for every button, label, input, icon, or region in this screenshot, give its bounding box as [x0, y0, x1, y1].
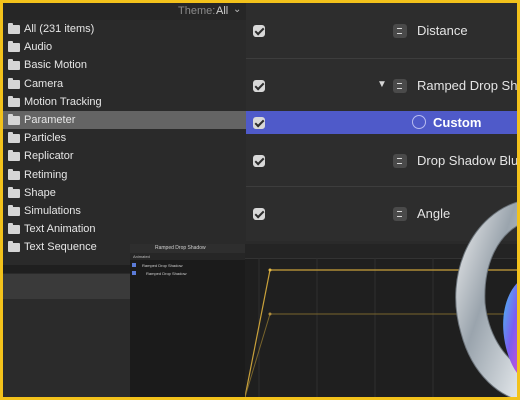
mini-layer-row[interactable]: Ramped Drop Shadow — [130, 261, 245, 269]
category-label: Motion Tracking — [24, 95, 102, 108]
checkbox[interactable] — [132, 271, 136, 275]
param-label: Ramped Drop Shadow — [417, 78, 517, 93]
parameter-icon — [393, 24, 407, 38]
category-label: All (231 items) — [24, 23, 95, 35]
custom-behavior-icon — [412, 115, 426, 129]
category-item-camera[interactable]: Camera — [3, 75, 246, 93]
param-row-drop-shadow-blur[interactable]: Drop Shadow Blur — [246, 134, 517, 187]
category-item-basic-motion[interactable]: Basic Motion — [3, 56, 246, 74]
param-label: Distance — [417, 23, 468, 38]
category-label: Retiming — [24, 168, 68, 181]
category-item-particles[interactable]: Particles — [3, 129, 246, 147]
folder-icon — [8, 204, 20, 216]
folder-icon — [8, 168, 20, 180]
category-item-replicator[interactable]: Replicator — [3, 147, 246, 165]
keyframe-point — [268, 268, 272, 272]
mini-layers-panel: Ramped Drop Shadow Animated Ramped Drop … — [130, 244, 245, 397]
category-item-all[interactable]: All (231 items) — [3, 20, 246, 38]
checkbox[interactable] — [253, 208, 265, 220]
mini-panel-title: Ramped Drop Shadow — [155, 245, 206, 251]
parameter-icon — [393, 79, 407, 93]
mini-layer-label: Ramped Drop Shadow — [146, 271, 187, 276]
category-label: Particles — [24, 132, 67, 145]
theme-label: Theme: — [178, 5, 216, 17]
category-label: Simulations — [24, 204, 81, 217]
category-item-motion-tracking[interactable]: Motion Tracking — [3, 93, 246, 111]
checkbox[interactable] — [253, 25, 265, 37]
param-row-custom[interactable]: Custom — [246, 111, 517, 134]
folder-icon — [8, 150, 20, 162]
param-label: Drop Shadow Blur — [417, 153, 517, 168]
category-label: Basic Motion — [24, 59, 87, 72]
category-item-retiming[interactable]: Retiming — [3, 166, 246, 184]
category-label: Audio — [24, 41, 53, 54]
category-label: Shape — [24, 186, 56, 199]
parameter-icon — [393, 154, 407, 168]
param-label: Custom — [433, 115, 482, 130]
folder-icon — [8, 59, 20, 71]
checkbox[interactable] — [253, 80, 265, 92]
mini-layer-label: Ramped Drop Shadow — [142, 263, 183, 268]
disclosure-triangle-icon[interactable]: ▼ — [377, 79, 387, 90]
folder-icon — [8, 241, 20, 253]
folder-icon — [8, 113, 20, 125]
checkbox[interactable] — [132, 263, 136, 267]
chevron-down-icon[interactable]: ⌄ — [233, 4, 241, 15]
category-list: All (231 items) Audio Basic Motion Camer… — [3, 20, 246, 256]
horizontal-scrollbar[interactable] — [3, 265, 130, 273]
folder-icon — [8, 77, 20, 89]
folder-icon — [8, 41, 20, 53]
category-label: Text Animation — [24, 223, 96, 236]
category-label: Replicator — [24, 150, 74, 163]
category-item-text-animation[interactable]: Text Animation — [3, 220, 246, 238]
mini-panel-subheader: Animated — [130, 253, 245, 260]
motion-app-logo — [455, 201, 517, 397]
mini-panel-subtitle: Animated — [133, 254, 150, 259]
keyframe-point — [268, 312, 272, 316]
category-label: Camera — [24, 77, 64, 90]
checkbox[interactable] — [253, 117, 265, 129]
param-row-distance[interactable]: Distance — [246, 3, 517, 59]
param-row-ramped-drop-shadow[interactable]: ▼ Ramped Drop Shadow — [246, 59, 517, 115]
category-item-simulations[interactable]: Simulations — [3, 202, 246, 220]
category-item-shape[interactable]: Shape — [3, 184, 246, 202]
preview-strip — [3, 274, 130, 299]
mini-panel-header: Ramped Drop Shadow — [130, 244, 245, 253]
folder-icon — [8, 23, 20, 34]
app-window: Theme: All ⌄ All (231 items) Audio Basic… — [3, 3, 517, 397]
category-label: Text Sequence — [24, 241, 97, 254]
folder-icon — [8, 95, 20, 107]
checkbox[interactable] — [253, 155, 265, 167]
category-item-audio[interactable]: Audio — [3, 38, 246, 56]
folder-icon — [8, 223, 20, 235]
folder-icon — [8, 132, 20, 144]
theme-bar: Theme: All ⌄ — [3, 3, 246, 20]
category-label: Parameter — [24, 113, 76, 126]
mini-layer-row[interactable]: Ramped Drop Shadow — [130, 269, 245, 277]
theme-selector[interactable]: All — [216, 5, 228, 17]
parameter-icon — [393, 207, 407, 221]
category-item-parameter[interactable]: Parameter — [3, 110, 246, 130]
library-bottom-area — [3, 299, 130, 397]
folder-icon — [8, 186, 20, 198]
